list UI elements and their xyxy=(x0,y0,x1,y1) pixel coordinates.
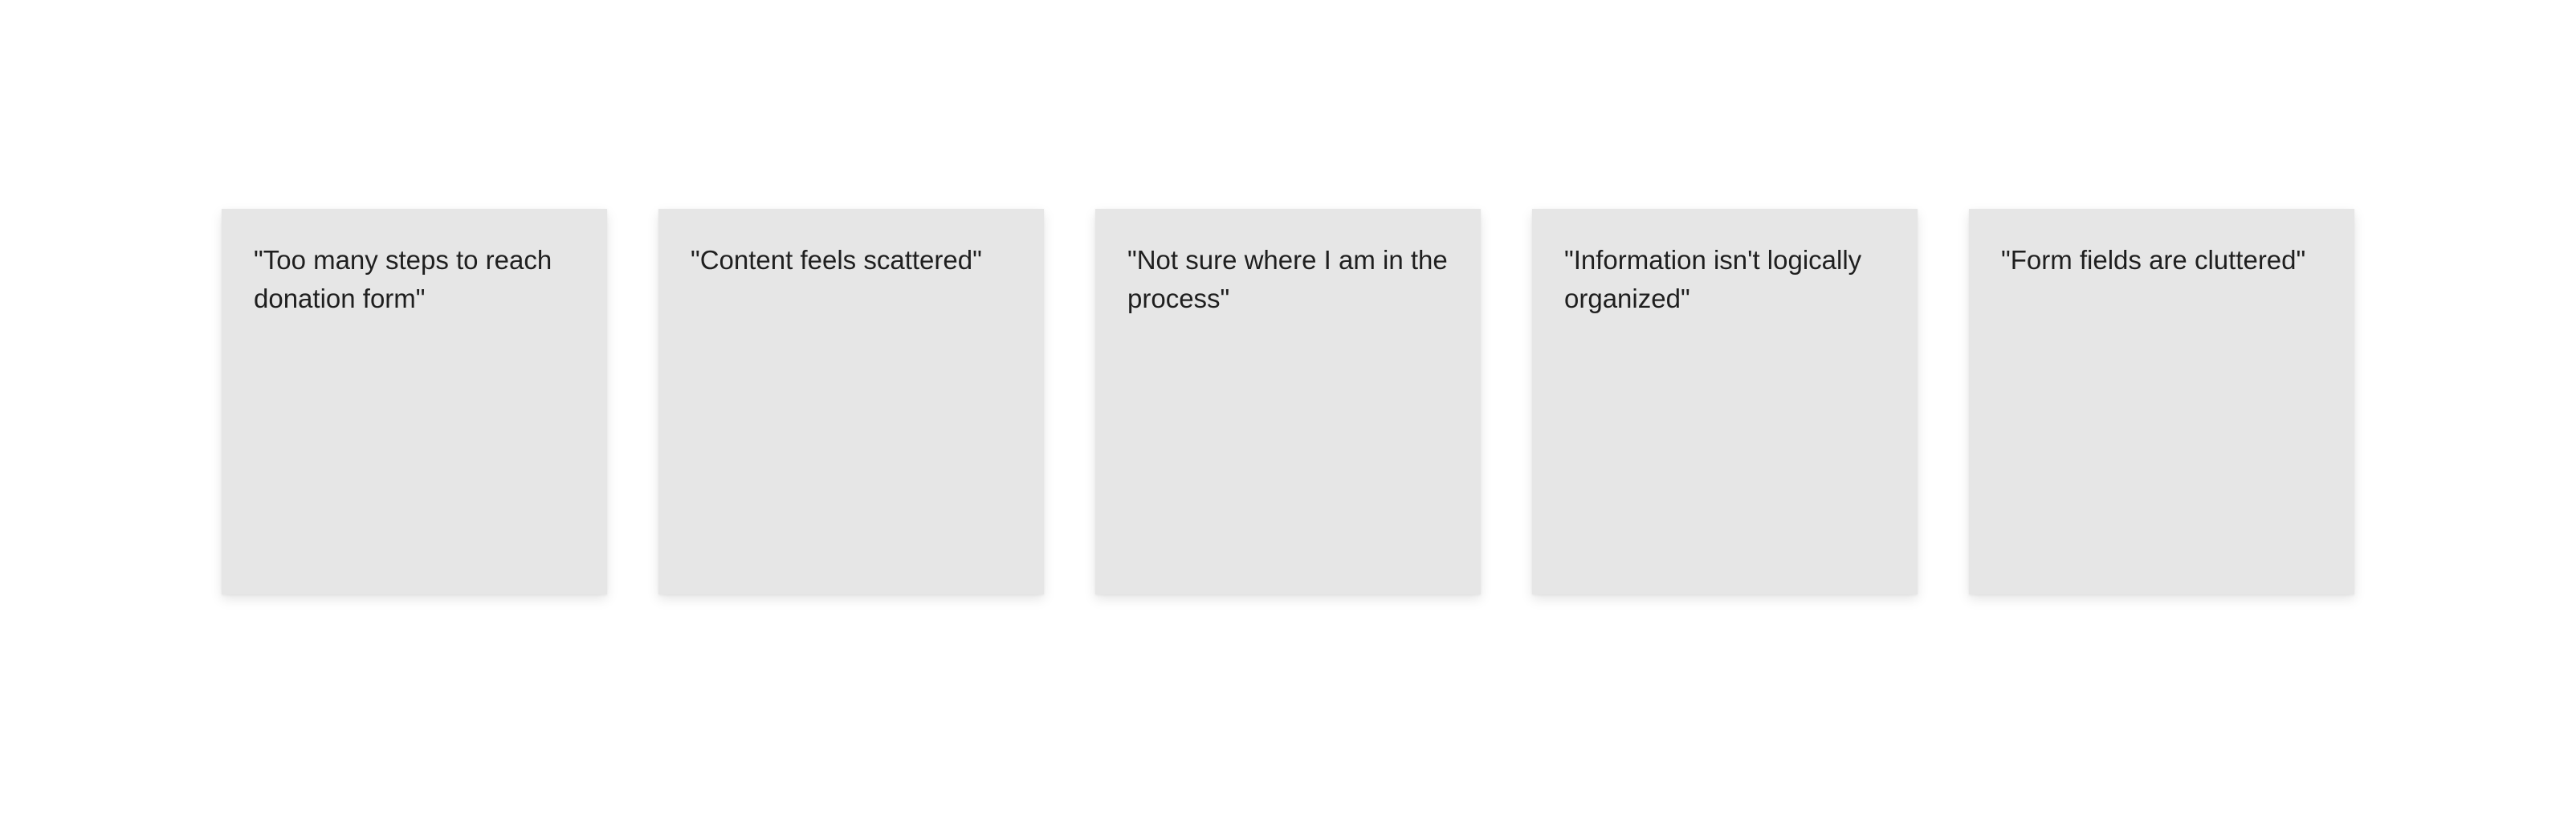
sticky-note[interactable]: "Form fields are cluttered" xyxy=(1969,209,2354,594)
sticky-note[interactable]: "Not sure where I am in the process" xyxy=(1095,209,1481,594)
sticky-note[interactable]: "Content feels scattered" xyxy=(658,209,1044,594)
sticky-note-text: "Not sure where I am in the process" xyxy=(1127,245,1448,313)
sticky-note[interactable]: "Information isn't logically organized" xyxy=(1532,209,1918,594)
sticky-note-text: "Content feels scattered" xyxy=(691,245,982,275)
whiteboard-canvas: "Too many steps to reach donation form" … xyxy=(0,0,2576,829)
sticky-note-text: "Form fields are cluttered" xyxy=(2001,245,2306,275)
sticky-note[interactable]: "Too many steps to reach donation form" xyxy=(222,209,607,594)
sticky-note-text: "Information isn't logically organized" xyxy=(1564,245,1862,313)
sticky-note-text: "Too many steps to reach donation form" xyxy=(254,245,552,313)
